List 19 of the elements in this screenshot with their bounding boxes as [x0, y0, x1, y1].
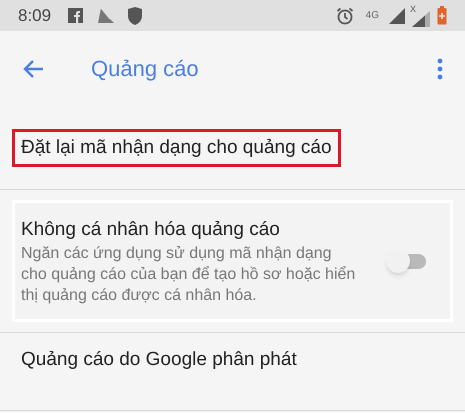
- setting-row[interactable]: Không cá nhân hóa quảng cáo Ngăn các ứng dụng sử dụng mã nhận dạng cho quảng cáo của bạn để tạo hồ sơ hoặc hiển thị quảng cáo được cá nhân hóa.: [12, 200, 453, 322]
- signal-icon: [412, 10, 430, 26]
- battery-icon: [437, 6, 447, 25]
- more-options-icon[interactable]: [437, 58, 443, 80]
- setting-title: Quảng cáo do Google phân phát: [21, 348, 297, 372]
- roaming-mark: X: [410, 4, 416, 14]
- back-arrow-icon[interactable]: [22, 58, 44, 78]
- signal-icon: [389, 8, 405, 24]
- shield-icon: [127, 6, 144, 24]
- screen-title: Quảng cáo: [91, 55, 199, 83]
- alarm-icon: [336, 6, 354, 24]
- setting-title: Không cá nhân hóa quảng cáo: [21, 218, 281, 242]
- setting-row[interactable]: Quảng cáo do Google phân phát: [0, 333, 465, 411]
- setting-summary: Ngăn các ứng dụng sử dụng mã nhận dạng cho quảng cáo của bạn để tạo hồ sơ hoặc hiển thị quảng cáo được cá nhân hóa.: [21, 244, 356, 306]
- clock-time: 8:09: [18, 4, 52, 27]
- setting-row[interactable]: Đặt lại mã nhận dạng cho quảng cáo: [0, 106, 465, 190]
- network-type: 4G: [366, 10, 379, 20]
- setting-title: Đặt lại mã nhận dạng cho quảng cáo: [12, 128, 341, 166]
- facebook-icon: [68, 8, 84, 23]
